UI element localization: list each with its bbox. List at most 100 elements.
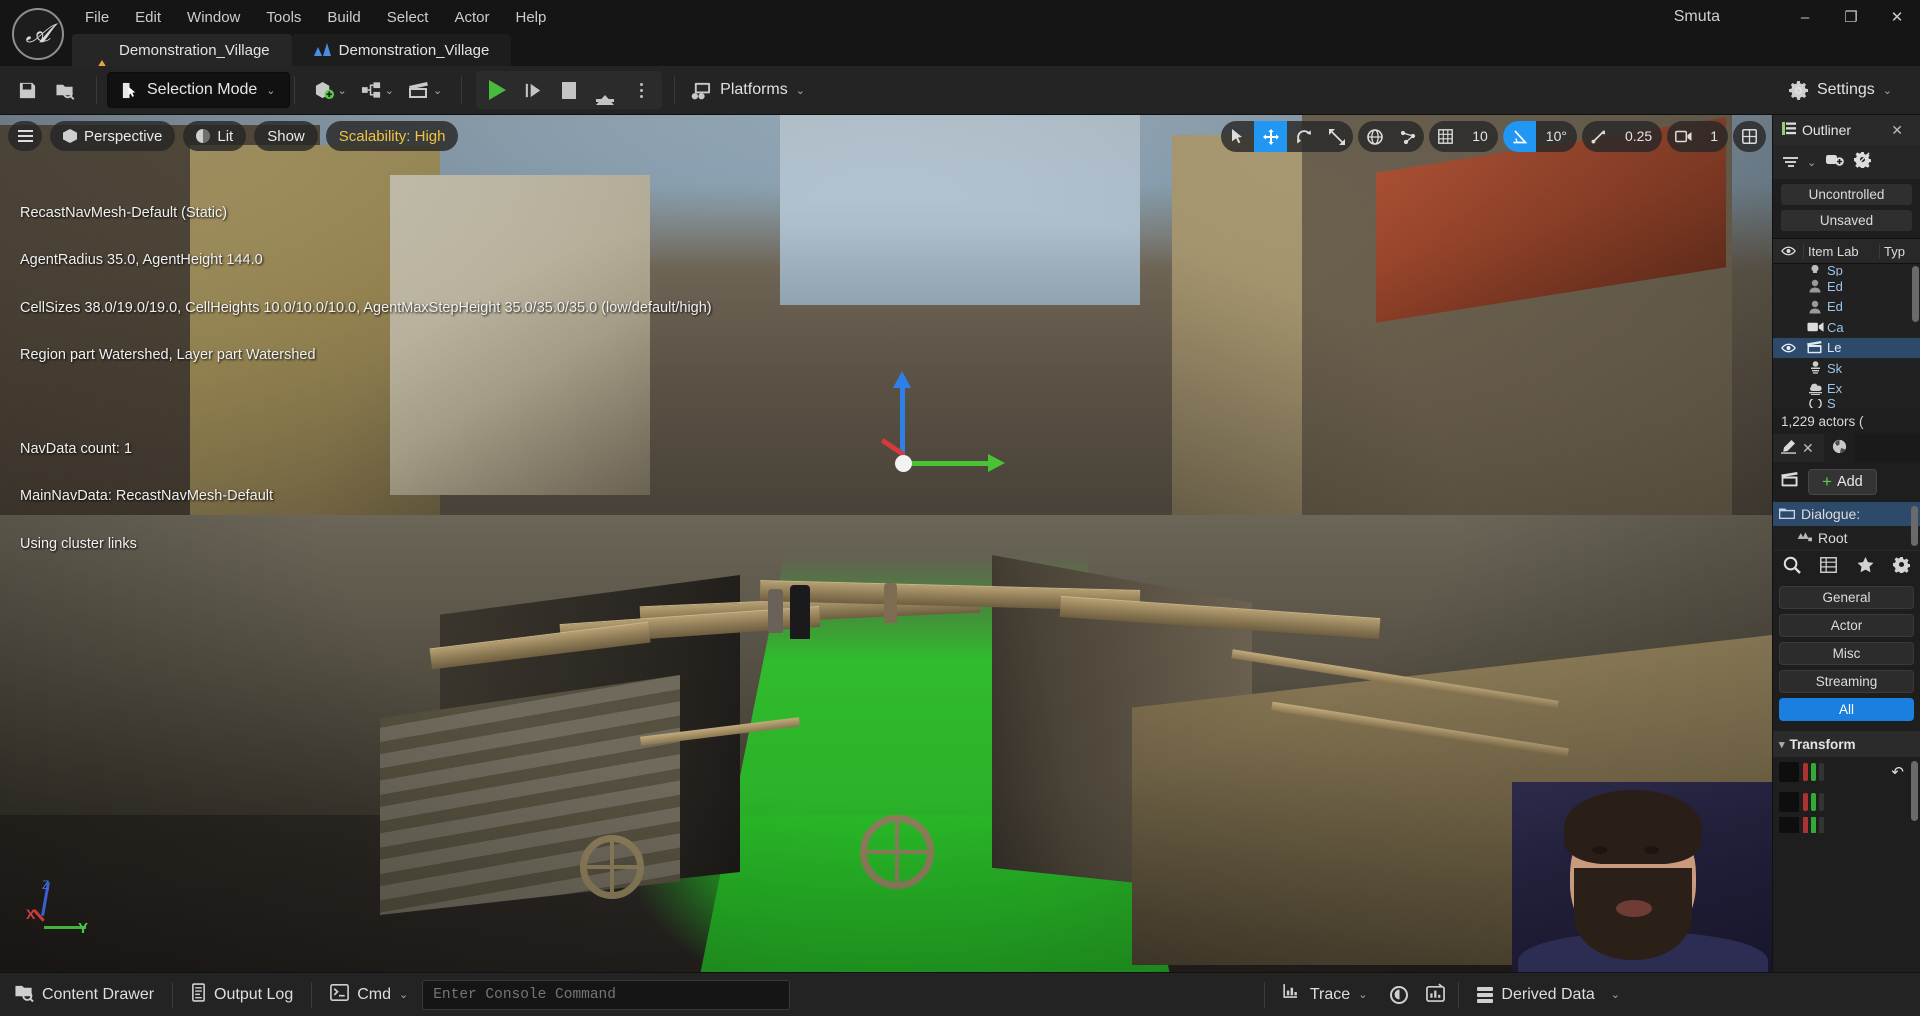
category-misc[interactable]: Misc: [1779, 642, 1914, 665]
filter-icon[interactable]: [1783, 157, 1798, 167]
selection-mode-dropdown[interactable]: Selection Mode ⌄: [107, 72, 290, 108]
stop-button[interactable]: [552, 73, 586, 107]
tab-world-settings[interactable]: [1823, 434, 1855, 462]
search-icon[interactable]: [1783, 556, 1801, 578]
gear-icon[interactable]: [1893, 556, 1911, 577]
menu-item-help[interactable]: Help: [503, 5, 560, 30]
menu-item-edit[interactable]: Edit: [122, 5, 174, 30]
sequencer-scrollbar[interactable]: [1911, 506, 1918, 546]
scale-snap-value[interactable]: 0.25: [1615, 121, 1662, 152]
content-drawer-button[interactable]: Content Drawer: [0, 978, 168, 1012]
menu-item-file[interactable]: File: [72, 5, 122, 30]
cinematics-dropdown[interactable]: ⌄: [401, 73, 449, 107]
eye-icon[interactable]: [1773, 246, 1803, 256]
transform-rotation-row[interactable]: [1773, 787, 1920, 817]
angle-snap-icon[interactable]: [1502, 121, 1536, 152]
category-streaming[interactable]: Streaming: [1779, 670, 1914, 693]
close-button[interactable]: ✕: [1874, 0, 1920, 34]
table-row[interactable]: Ca: [1773, 317, 1920, 338]
add-camera-icon[interactable]: [1825, 152, 1845, 172]
derived-data-dropdown[interactable]: Derived Data ⌄: [1463, 978, 1634, 1012]
menu-item-select[interactable]: Select: [374, 5, 442, 30]
column-layout-icon[interactable]: [1820, 556, 1838, 577]
world-coordinate-icon[interactable]: [1358, 121, 1391, 152]
cmd-dropdown[interactable]: Cmd ⌄: [316, 978, 422, 1012]
tab-outliner[interactable]: Outliner ✕: [1773, 115, 1920, 145]
menu-item-tools[interactable]: Tools: [253, 5, 314, 30]
save-icon[interactable]: [8, 73, 46, 107]
table-row[interactable]: Ex: [1773, 379, 1920, 400]
trace-dropdown[interactable]: Trace ⌄: [1269, 978, 1382, 1012]
tab-details[interactable]: ✕: [1773, 434, 1824, 462]
level-viewport[interactable]: RecastNavMesh-Default (Static) AgentRadi…: [0, 115, 1772, 972]
grid-snap-value[interactable]: 10: [1462, 121, 1498, 152]
gizmo-z-arrow[interactable]: [893, 371, 911, 388]
property-name-field[interactable]: [1779, 762, 1799, 782]
rotate-gizmo-icon[interactable]: [1287, 121, 1320, 152]
outliner-settings-icon[interactable]: [1854, 151, 1872, 173]
reset-arrow-icon[interactable]: ↶: [1891, 763, 1904, 781]
unreal-engine-logo-icon[interactable]: 𝓐: [12, 8, 64, 60]
tab-demonstration-village-level[interactable]: Demonstration_Village: [72, 34, 292, 73]
platforms-dropdown[interactable]: Platforms ⌄: [679, 72, 817, 108]
browse-content-icon[interactable]: [46, 73, 84, 107]
transform-gizmo[interactable]: [880, 371, 1005, 505]
gizmo-x-axis[interactable]: [902, 461, 992, 466]
angle-snap-value[interactable]: 10°: [1536, 121, 1577, 152]
translate-gizmo-icon[interactable]: [1254, 121, 1288, 152]
star-icon[interactable]: [1857, 556, 1874, 577]
transform-scale-row[interactable]: [1773, 817, 1920, 833]
column-item-label[interactable]: Item Lab: [1803, 243, 1879, 259]
gizmo-x-arrow[interactable]: [988, 454, 1005, 472]
surface-snap-icon[interactable]: [1391, 121, 1424, 152]
menu-item-window[interactable]: Window: [174, 5, 253, 30]
chip-unsaved[interactable]: Unsaved: [1781, 210, 1912, 231]
camera-speed-value[interactable]: 1: [1700, 121, 1728, 152]
performance-button[interactable]: [1381, 978, 1417, 1012]
scale-snap-icon[interactable]: [1582, 121, 1615, 152]
add-track-button[interactable]: + Add: [1808, 469, 1877, 495]
stats-button[interactable]: [1417, 978, 1454, 1012]
category-general[interactable]: General: [1779, 586, 1914, 609]
eject-button[interactable]: [588, 73, 622, 107]
console-command-input[interactable]: [422, 979, 791, 1010]
table-row[interactable]: S: [1773, 399, 1920, 408]
row-visibility-toggle[interactable]: [1773, 343, 1803, 353]
blueprints-dropdown[interactable]: ⌄: [354, 73, 401, 107]
chevron-down-icon[interactable]: ⌄: [1807, 156, 1816, 169]
table-row[interactable]: Ed: [1773, 276, 1920, 297]
viewport-menu-icon[interactable]: [8, 121, 42, 151]
skip-button[interactable]: [516, 73, 550, 107]
category-all[interactable]: All: [1779, 698, 1914, 721]
play-options-button[interactable]: [624, 73, 658, 107]
list-item[interactable]: Dialogue:: [1773, 502, 1920, 526]
close-icon[interactable]: ✕: [1891, 122, 1911, 139]
xyz-fields[interactable]: [1803, 793, 1824, 811]
viewport-scalability-dropdown[interactable]: Scalability: High: [325, 121, 459, 151]
grid-snap-icon[interactable]: [1429, 121, 1462, 152]
add-actor-dropdown[interactable]: ⌄: [307, 73, 354, 107]
table-row[interactable]: Ed: [1773, 297, 1920, 318]
viewport-perspective-dropdown[interactable]: Perspective: [50, 121, 176, 151]
output-log-button[interactable]: Output Log: [177, 978, 307, 1012]
menu-item-build[interactable]: Build: [314, 5, 373, 30]
details-scrollbar[interactable]: [1911, 761, 1918, 821]
xyz-fields[interactable]: [1803, 817, 1824, 833]
column-type[interactable]: Typ: [1879, 243, 1905, 259]
chip-uncontrolled[interactable]: Uncontrolled: [1781, 184, 1912, 205]
viewport-layout-icon[interactable]: [1733, 121, 1766, 152]
category-actor[interactable]: Actor: [1779, 614, 1914, 637]
property-name-field[interactable]: [1779, 792, 1799, 812]
outliner-scrollbar[interactable]: [1912, 266, 1919, 322]
play-button[interactable]: [480, 73, 514, 107]
gizmo-center-handle[interactable]: [895, 455, 912, 472]
camera-speed-icon[interactable]: [1667, 121, 1700, 152]
viewport-show-dropdown[interactable]: Show: [254, 121, 318, 151]
settings-dropdown[interactable]: Settings ⌄: [1776, 72, 1904, 108]
property-name-field[interactable]: [1779, 817, 1799, 833]
minimize-button[interactable]: –: [1782, 0, 1828, 34]
menu-item-actor[interactable]: Actor: [441, 5, 502, 30]
transform-location-row[interactable]: ↶: [1773, 757, 1920, 787]
viewport-viewmode-dropdown[interactable]: Lit: [183, 121, 247, 151]
close-icon[interactable]: ✕: [1802, 440, 1816, 457]
